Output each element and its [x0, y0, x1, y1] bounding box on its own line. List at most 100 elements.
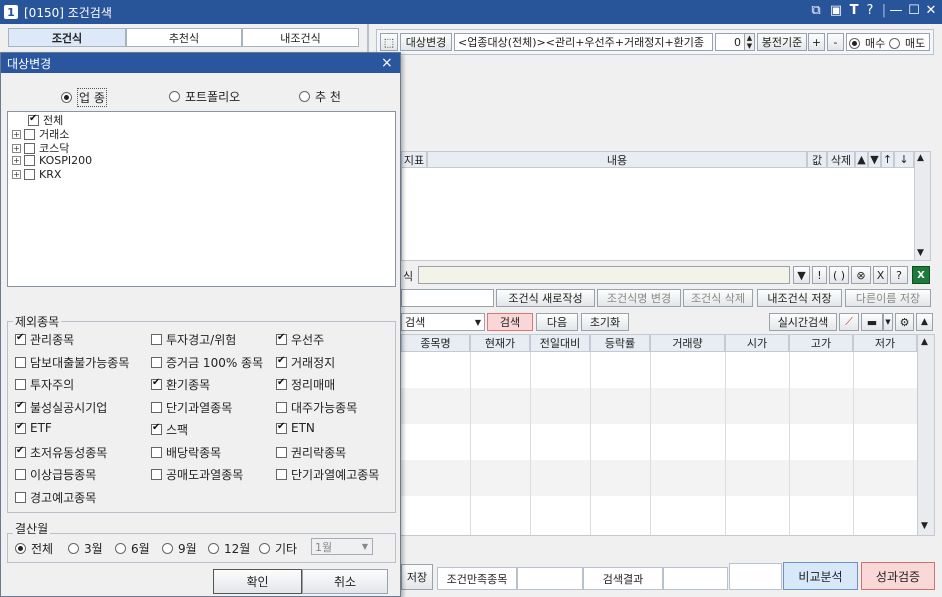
cancel-button[interactable]: 취소	[302, 569, 388, 594]
expand-plus-icon[interactable]: +	[12, 129, 21, 139]
target-change-button[interactable]: 대상변경	[400, 33, 452, 51]
settle-sep-radio[interactable]: 9월	[162, 540, 197, 557]
clear-formula-button[interactable]: X	[873, 266, 888, 284]
scroll-up-icon[interactable]: ▲	[921, 337, 928, 347]
move-top-icon[interactable]: ↑	[881, 151, 894, 168]
not-operator-button[interactable]: !	[812, 266, 827, 284]
exclude-option[interactable]: 배당락종목	[151, 444, 221, 461]
exclude-option[interactable]: 담보대출불가능종목	[15, 354, 129, 371]
col-stock-name[interactable]: 종목명	[401, 334, 470, 352]
rename-condition-button[interactable]: 조건식명 변경	[597, 289, 681, 307]
excel-export-icon[interactable]: X	[912, 266, 930, 284]
expand-plus-icon[interactable]: +	[12, 170, 21, 179]
exclude-option[interactable]: 초저유동성종목	[15, 444, 107, 461]
settle-jun-radio[interactable]: 6월	[115, 540, 150, 557]
realtime-search-button[interactable]: 실시간검색	[769, 313, 837, 331]
move-up-icon[interactable]: ▲	[855, 151, 868, 168]
next-button[interactable]: 다음	[536, 313, 578, 331]
save-result-button[interactable]: 저장	[401, 564, 433, 590]
exclude-option[interactable]: 대주가능종목	[276, 399, 357, 416]
exclude-option[interactable]: 관리종목	[15, 331, 74, 348]
exclude-option[interactable]: 경고예고종목	[15, 489, 96, 506]
exclude-option[interactable]: 단기과열예고종목	[276, 466, 379, 483]
tree-item-kospi200[interactable]: + KOSPI200	[12, 154, 92, 167]
delete-condition-button[interactable]: 조건식 삭제	[683, 289, 753, 307]
settle-dec-radio[interactable]: 12월	[208, 540, 250, 557]
minimize-icon[interactable]: —	[888, 3, 904, 18]
exclude-option[interactable]: ETN	[276, 421, 315, 435]
mode-sector-radio[interactable]: 업 종	[61, 88, 107, 107]
search-mode-select[interactable]: 검색 ▼	[401, 313, 485, 331]
exclude-option[interactable]: 정리매매	[276, 376, 335, 393]
mode-recommend-radio[interactable]: 추 천	[299, 88, 341, 105]
mode-portfolio-radio[interactable]: 포트폴리오	[169, 88, 240, 105]
col-change-rate[interactable]: 등락률	[590, 334, 650, 352]
font-size-icon[interactable]: T	[846, 3, 862, 18]
exclude-option[interactable]: 거래정지	[276, 354, 335, 371]
new-condition-button[interactable]: 조건식 새로작성	[496, 289, 595, 307]
tab-my-condition[interactable]: 내조건식	[242, 28, 359, 47]
col-change[interactable]: 전일대비	[530, 334, 590, 352]
move-bottom-icon[interactable]: ↓	[894, 151, 914, 168]
target-summary-field[interactable]: <업종대상(전체)><관리+우선주+거래정지+환기종	[454, 33, 713, 51]
settle-other-radio[interactable]: 기타	[259, 540, 297, 557]
exclude-option[interactable]: 투자주의	[15, 376, 74, 393]
sell-radio[interactable]: 매도	[889, 35, 925, 51]
exclude-option[interactable]: 증거금 100% 종목	[151, 354, 263, 371]
result-grid-scrollbar[interactable]	[917, 335, 934, 535]
settle-mar-radio[interactable]: 3월	[68, 540, 103, 557]
spinner-arrows-icon[interactable]: ▲ ▼	[744, 33, 755, 51]
compare-analysis-button[interactable]: 비교분석	[783, 562, 858, 590]
col-high[interactable]: 고가	[789, 334, 853, 352]
window-link-icon[interactable]: ⬚	[380, 33, 398, 51]
formula-input[interactable]	[418, 266, 790, 284]
condition-grid-scrollbar[interactable]	[914, 152, 930, 260]
tab-condition[interactable]: 조건식	[8, 28, 126, 47]
dialog-close-icon[interactable]: ×	[381, 55, 393, 71]
formula-dropdown-button[interactable]: ▼	[793, 266, 810, 284]
expand-plus-icon[interactable]: +	[12, 156, 21, 165]
exclude-option[interactable]: 권리락종목	[276, 444, 346, 461]
bar-offset-spinner[interactable]: 0	[715, 33, 745, 51]
plus-button[interactable]: +	[808, 33, 825, 51]
tree-item-krx[interactable]: + KRX	[12, 168, 61, 181]
condition-name-field[interactable]	[401, 289, 494, 307]
settings-gear-icon[interactable]: ⚙	[895, 313, 914, 331]
scroll-up-icon[interactable]: ▲	[917, 153, 924, 163]
xor-operator-button[interactable]: ⊗	[851, 266, 871, 284]
formula-help-button[interactable]: ?	[890, 266, 908, 284]
col-low[interactable]: 저가	[853, 334, 917, 352]
move-down-icon[interactable]: ▼	[868, 151, 881, 168]
exclude-option[interactable]: 단기과열종목	[151, 399, 232, 416]
chart-icon[interactable]: ⟋	[839, 313, 859, 331]
block-menu-icon[interactable]: ▬	[861, 313, 883, 331]
col-volume[interactable]: 거래량	[650, 334, 725, 352]
maximize-icon[interactable]: ☐	[906, 3, 922, 18]
performance-verify-button[interactable]: 성과검증	[861, 562, 935, 590]
bar-basis-button[interactable]: 봉전기준	[757, 33, 807, 51]
minus-button[interactable]: -	[827, 33, 844, 51]
exclude-option[interactable]: 불성실공시기업	[15, 399, 107, 416]
reset-button[interactable]: 초기화	[581, 313, 629, 331]
exclude-option[interactable]: 우선주	[276, 331, 324, 348]
scroll-down-icon[interactable]: ▼	[917, 248, 924, 258]
exclude-option[interactable]: 환기종목	[151, 376, 210, 393]
dropdown-arrow-icon[interactable]: ▼	[883, 313, 893, 331]
parenthesis-button[interactable]: ( )	[829, 266, 849, 284]
close-icon[interactable]: ✕	[923, 3, 939, 18]
collapse-up-icon[interactable]: ▲	[916, 313, 933, 331]
ok-button[interactable]: 확인	[213, 569, 302, 594]
save-my-condition-button[interactable]: 내조건식 저장	[757, 289, 842, 307]
exclude-option[interactable]: ETF	[15, 421, 52, 435]
save-as-button[interactable]: 다른이름 저장	[845, 289, 931, 307]
buy-radio[interactable]: 매수	[849, 35, 885, 51]
exclude-option[interactable]: 스팩	[151, 421, 188, 438]
scroll-down-icon[interactable]: ▼	[921, 521, 928, 531]
settle-all-radio[interactable]: 전체	[15, 540, 53, 557]
col-current-price[interactable]: 현재가	[470, 334, 530, 352]
tab-recommend[interactable]: 추천식	[126, 28, 242, 47]
search-button[interactable]: 검색	[487, 313, 533, 331]
exclude-option[interactable]: 공매도과열종목	[151, 466, 243, 483]
restore-layout-icon[interactable]: ⧉	[808, 3, 824, 18]
col-open[interactable]: 시가	[725, 334, 789, 352]
